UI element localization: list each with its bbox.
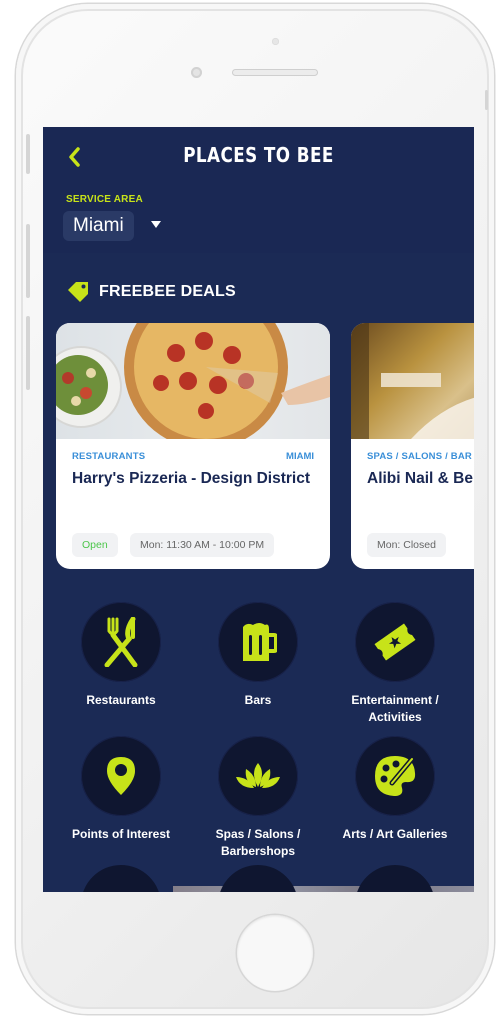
page-title: PLACES TO BEE — [183, 143, 334, 167]
category-peek — [81, 865, 161, 892]
deal-location: MIAMI — [286, 451, 314, 462]
deals-title: FREEBEE DEALS — [99, 283, 236, 300]
category-peek — [355, 865, 435, 892]
deal-name: Alibi Nail & Be — [367, 470, 473, 487]
beer-mug-icon — [243, 623, 277, 661]
category-restaurants[interactable]: Restaurants — [53, 602, 189, 709]
app-screen: PLACES TO BEE SERVICE AREA Miami FREEBEE… — [43, 127, 474, 892]
caret-down-icon[interactable] — [151, 221, 161, 228]
volume-down-button — [26, 316, 30, 390]
service-area-select[interactable]: Miami — [63, 211, 134, 241]
hours-badge: Mon: 11:30 AM - 10:00 PM — [130, 533, 275, 557]
lotus-icon — [236, 763, 280, 788]
map-pin-icon — [107, 757, 135, 795]
deal-card[interactable]: RESTAURANTS MIAMI Harry's Pizzeria - Des… — [56, 323, 330, 569]
category-spas-salons[interactable]: Spas / Salons / Barbershops — [190, 736, 326, 860]
fork-knife-icon — [104, 617, 138, 667]
category-label: Entertainment / Activities — [351, 693, 439, 724]
power-button — [485, 90, 488, 110]
category-label: Arts / Art Galleries — [342, 827, 448, 841]
deal-category: SPAS / SALONS / BAR — [367, 451, 472, 462]
category-label: Points of Interest — [71, 827, 170, 841]
tag-icon — [68, 282, 88, 302]
category-label: Spas / Salons / Barbershops — [215, 827, 301, 858]
deal-category: RESTAURANTS — [72, 451, 146, 462]
category-entertainment[interactable]: Entertainment / Activities — [327, 602, 463, 726]
pizza-image — [56, 323, 330, 449]
front-camera — [191, 67, 202, 78]
deals-heading: FREEBEE DEALS — [66, 281, 236, 303]
spa-image — [351, 323, 474, 439]
category-arts[interactable]: Arts / Art Galleries — [327, 736, 463, 843]
deal-card[interactable]: SPAS / SALONS / BAR Alibi Nail & Be Mon:… — [351, 323, 474, 569]
service-area-label: SERVICE AREA — [66, 194, 143, 205]
palette-icon — [375, 756, 416, 796]
category-label: Restaurants — [86, 693, 156, 707]
sensor-dot — [272, 38, 279, 45]
header: PLACES TO BEE SERVICE AREA Miami — [43, 127, 474, 253]
hours-badge: Mon: Closed — [367, 533, 446, 557]
ticket-icon — [374, 623, 416, 661]
category-bars[interactable]: Bars — [190, 602, 326, 709]
category-label: Bars — [244, 693, 272, 707]
earpiece-speaker — [232, 69, 318, 76]
category-peek — [218, 865, 298, 892]
status-badge: Open — [72, 533, 118, 557]
home-button[interactable] — [237, 915, 313, 991]
mute-switch — [26, 134, 30, 174]
category-points-of-interest[interactable]: Points of Interest — [53, 736, 189, 843]
deal-name: Harry's Pizzeria - Design District — [72, 470, 310, 487]
volume-up-button — [26, 224, 30, 298]
